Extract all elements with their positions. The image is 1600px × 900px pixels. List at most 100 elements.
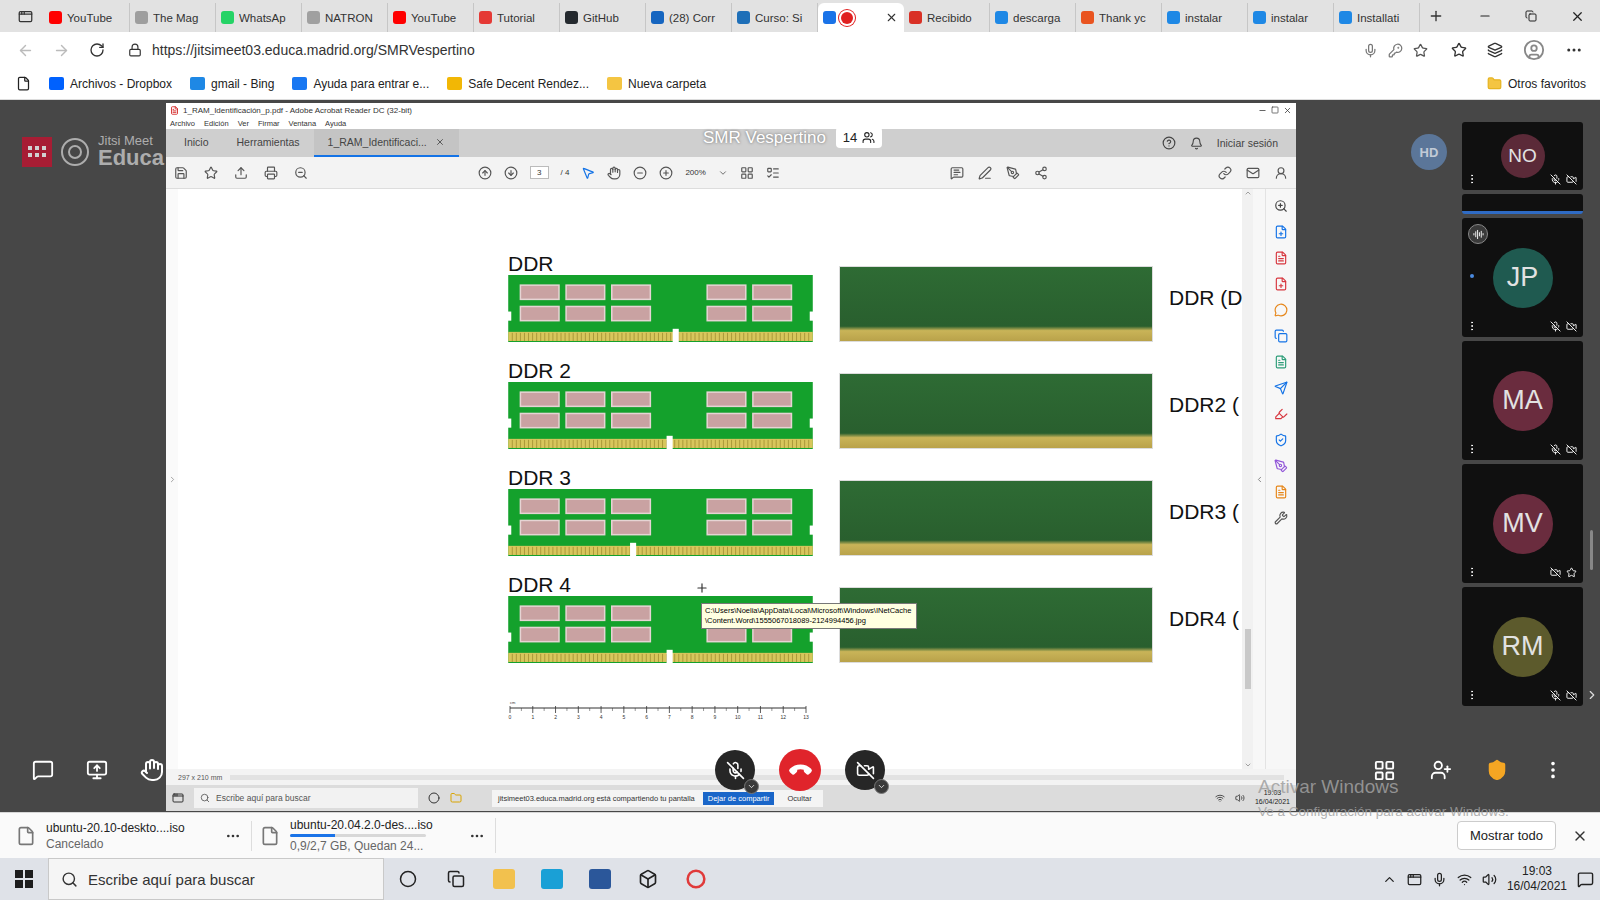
tools-icon[interactable]: [1274, 511, 1288, 525]
send-icon[interactable]: [1274, 381, 1288, 395]
hand-tool-icon[interactable]: [607, 166, 621, 180]
participant-count[interactable]: 14: [836, 127, 882, 148]
participant-tile[interactable]: MV: [1462, 464, 1583, 583]
browser-tab[interactable]: Thank yc: [1076, 3, 1162, 32]
scroll-mode-icon[interactable]: [766, 166, 780, 180]
page-field[interactable]: 3: [530, 166, 548, 179]
select-tool-icon[interactable]: [581, 166, 595, 180]
fit-page-icon[interactable]: [740, 166, 754, 180]
close-icon[interactable]: [1283, 106, 1292, 115]
signature-icon[interactable]: [1274, 459, 1288, 473]
print-icon[interactable]: [264, 166, 278, 180]
browser-tab[interactable]: [818, 3, 904, 32]
zoom-plus-icon[interactable]: [659, 166, 673, 180]
more-icon[interactable]: [1565, 41, 1583, 59]
sign-in-link[interactable]: Iniciar sesión: [1217, 137, 1278, 149]
taskbar-search[interactable]: Escribe aquí para buscar: [48, 858, 384, 900]
collections-button[interactable]: [1478, 42, 1512, 58]
other-favorites[interactable]: Otros favoritos: [1487, 76, 1586, 91]
browser-tab[interactable]: instalar: [1162, 3, 1248, 32]
participant-tile[interactable]: RM: [1462, 587, 1583, 706]
tile-menu-icon[interactable]: [1466, 566, 1478, 578]
menu-button[interactable]: [1556, 41, 1592, 59]
browser-tab[interactable]: Curso: Si: [732, 3, 818, 32]
bell-icon[interactable]: [1190, 137, 1203, 150]
acrobat-tab[interactable]: 1_RAM_Identificaci...: [314, 129, 459, 157]
filmstrip-toggle-icon[interactable]: [1585, 688, 1599, 702]
profile-icon[interactable]: [1523, 39, 1545, 61]
collapse-icon[interactable]: [1255, 475, 1264, 484]
favorites-icon[interactable]: [1451, 42, 1467, 58]
profile-button[interactable]: [1514, 39, 1554, 61]
volume-icon[interactable]: [1482, 872, 1497, 887]
star-icon[interactable]: [204, 166, 218, 180]
chevron-icon[interactable]: [747, 782, 756, 791]
task-view-button[interactable]: [432, 858, 480, 900]
download-item[interactable]: ubuntu-20.04.2.0-des....iso0,9/2,7 GB, Q…: [260, 818, 496, 853]
user-icon[interactable]: [1274, 166, 1288, 180]
close-tab-icon[interactable]: [435, 137, 445, 147]
export-pdf-icon[interactable]: [1274, 225, 1288, 239]
browser-tab[interactable]: Tutorial: [474, 3, 560, 32]
forward-button[interactable]: [44, 42, 78, 59]
tile-menu-icon[interactable]: [1466, 689, 1478, 701]
restore-icon[interactable]: [1525, 10, 1537, 22]
browser-tab[interactable]: WhatsAp: [216, 3, 302, 32]
screen-share-icon[interactable]: [86, 759, 108, 781]
edit-pdf-icon[interactable]: [1274, 277, 1288, 291]
reload-button[interactable]: [80, 42, 114, 58]
workspaces-button[interactable]: [6, 0, 44, 32]
mic-button[interactable]: [715, 750, 755, 790]
tray-app-icon[interactable]: [1407, 872, 1422, 887]
acrobat-tab[interactable]: Inicio: [170, 129, 223, 157]
hide-button[interactable]: Ocultar: [782, 792, 816, 805]
notifications-icon[interactable]: [1577, 871, 1594, 888]
bookmark[interactable]: Archivos - Dropbox: [49, 77, 172, 91]
pen-icon[interactable]: [978, 166, 992, 180]
download-menu-icon[interactable]: [469, 828, 485, 844]
right-panel-toggle[interactable]: [1253, 189, 1265, 769]
share-icon[interactable]: [1034, 166, 1048, 180]
browser-tab[interactable]: NATRON: [302, 3, 388, 32]
3d-viewer-button[interactable]: [624, 858, 672, 900]
invite-icon[interactable]: [1430, 759, 1452, 781]
participant-tile[interactable]: MA: [1462, 341, 1583, 460]
menu-item[interactable]: Archivo: [170, 119, 195, 128]
browser-tab[interactable]: YouTube: [388, 3, 474, 32]
security-icon[interactable]: [1486, 759, 1508, 781]
organize-icon[interactable]: [1274, 355, 1288, 369]
close-tab-icon[interactable]: [885, 11, 898, 24]
next-page-icon[interactable]: [504, 166, 518, 180]
maximize-icon[interactable]: [1271, 106, 1279, 114]
edge-button[interactable]: [528, 858, 576, 900]
browser-tab[interactable]: instalar: [1248, 3, 1334, 32]
menu-item[interactable]: Ventana: [289, 119, 317, 128]
tile-menu-icon[interactable]: [1466, 320, 1478, 332]
fill-sign-icon[interactable]: [1274, 407, 1288, 421]
left-panel-toggle[interactable]: [166, 189, 178, 769]
browser-tab[interactable]: The Mag: [130, 3, 216, 32]
restore-button[interactable]: [1508, 0, 1554, 32]
favorites-button[interactable]: [1442, 42, 1476, 58]
acrobat-tab[interactable]: Herramientas: [223, 129, 314, 157]
word-button[interactable]: [576, 858, 624, 900]
zoom-select[interactable]: 200%: [685, 168, 705, 177]
cortana-button[interactable]: [384, 858, 432, 900]
more-icon[interactable]: [1542, 759, 1564, 781]
reading-list-icon[interactable]: [16, 76, 31, 91]
scroll-up-icon[interactable]: [1244, 189, 1252, 197]
collections-icon[interactable]: [1487, 42, 1503, 58]
close-icon[interactable]: [1570, 9, 1585, 24]
hangup-button[interactable]: [779, 749, 821, 791]
zoom-minus-icon[interactable]: [633, 166, 647, 180]
filmstrip-scroll[interactable]: [1583, 100, 1600, 812]
zoom-out-icon[interactable]: [294, 166, 308, 180]
browser-tab[interactable]: Recibido: [904, 3, 990, 32]
participant-tile[interactable]: JP: [1462, 218, 1583, 337]
menu-item[interactable]: Ver: [238, 119, 249, 128]
mic-icon[interactable]: [1363, 43, 1378, 58]
tray-mic-icon[interactable]: [1432, 872, 1447, 887]
zoom-dropdown-icon[interactable]: [718, 168, 728, 178]
tile-menu-icon[interactable]: [1466, 443, 1478, 455]
back-icon[interactable]: [17, 42, 34, 59]
